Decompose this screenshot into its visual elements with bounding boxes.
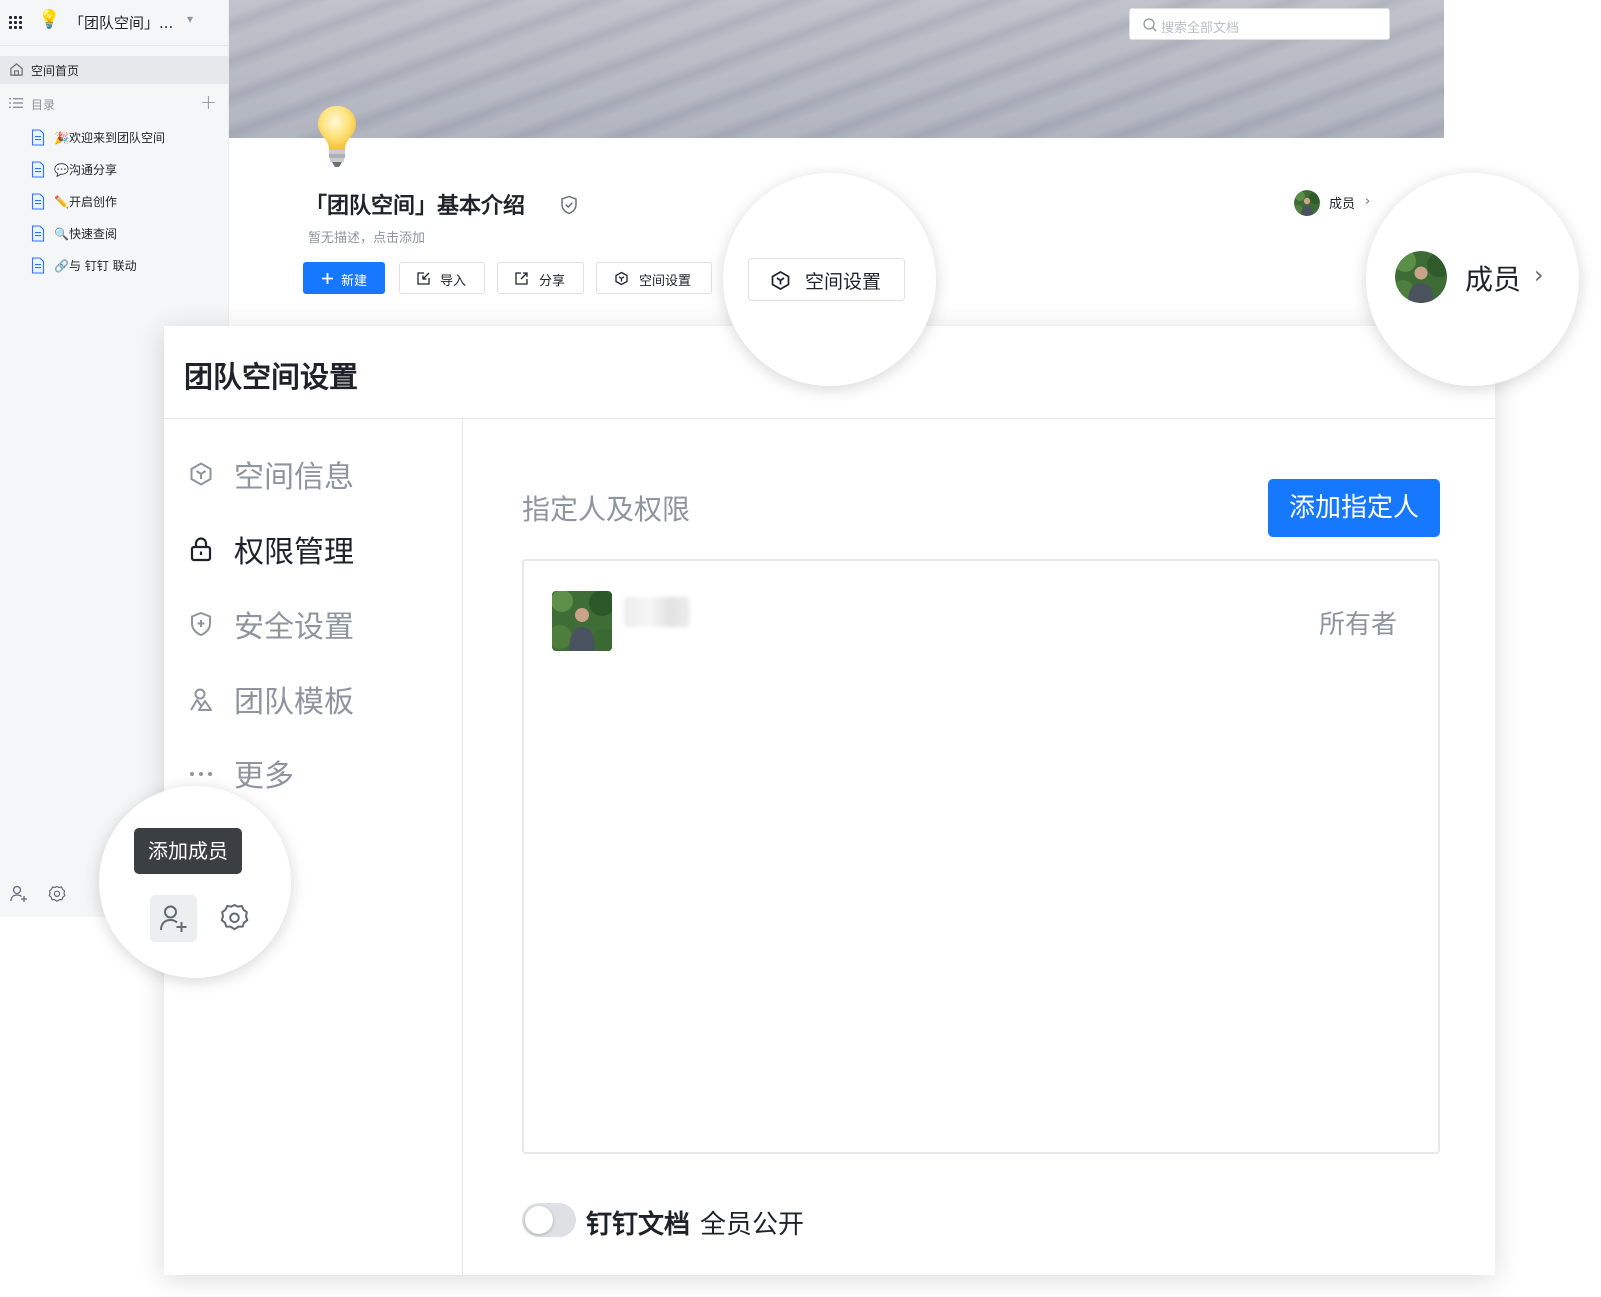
toggle-label-product: 钉钉文档	[586, 1210, 691, 1240]
menu-item-label: 权限管理	[234, 535, 354, 570]
new-button[interactable]: 新建	[303, 262, 385, 294]
member-name-redacted	[624, 597, 690, 627]
document-item[interactable]: 🔍快速查阅	[31, 222, 221, 244]
document-icon	[31, 257, 45, 274]
divider	[462, 419, 463, 1275]
share-button[interactable]: 分享	[497, 262, 584, 294]
template-icon	[190, 688, 212, 711]
space-settings-dialog: 团队空间设置 空间信息 权限管理 安全设置 团队模板 更多 指定人及权限 添加指…	[164, 326, 1495, 1275]
chevron-down-icon[interactable]: ▾	[187, 12, 193, 26]
sidebar-directory-header: 目录 +	[0, 90, 229, 116]
home-icon	[10, 63, 23, 76]
document-icon	[31, 225, 45, 242]
document-label: 🔍快速查阅	[54, 227, 117, 241]
space-switcher-title[interactable]: 「团队空间」...	[69, 12, 173, 33]
avatar[interactable]	[1294, 190, 1320, 216]
callout-members: 成员 ›	[1366, 173, 1579, 386]
add-document-icon[interactable]: +	[200, 90, 217, 114]
menu-item-label: 安全设置	[234, 610, 354, 645]
lock-icon	[190, 537, 212, 562]
document-item[interactable]: ✏️开启创作	[31, 190, 221, 212]
share-button-label: 分享	[539, 274, 566, 289]
lightbulb-icon	[318, 106, 356, 167]
menu-item-label: 更多	[234, 759, 294, 794]
shield-icon	[191, 611, 211, 637]
document-icon	[31, 129, 45, 146]
menu-item-label: 空间信息	[234, 460, 354, 495]
sidebar-item-label: 空间首页	[31, 64, 80, 78]
space-description[interactable]: 暂无描述，点击添加	[308, 227, 425, 246]
dialog-title: 团队空间设置	[184, 360, 359, 394]
menu-item-templates[interactable]: 团队模板	[188, 675, 448, 720]
import-button-label: 导入	[440, 274, 467, 289]
document-label: 💬沟通分享	[54, 163, 117, 177]
space-settings-label-zoomed: 空间设置	[805, 271, 882, 293]
space-settings-button-label: 空间设置	[639, 274, 692, 289]
menu-item-more[interactable]: 更多	[188, 749, 448, 794]
space-settings-button-zoomed[interactable]: 空间设置	[748, 258, 905, 301]
more-icon	[190, 772, 212, 776]
document-item[interactable]: 💬沟通分享	[31, 158, 221, 180]
chevron-right-icon[interactable]: ›	[1365, 194, 1370, 209]
avatar	[552, 591, 612, 651]
document-item[interactable]: 🔗与 钉钉 联动	[31, 254, 221, 276]
import-icon	[417, 272, 430, 285]
members-link[interactable]: 成员	[1329, 193, 1355, 212]
public-toggle[interactable]	[522, 1203, 576, 1237]
sidebar-item-home[interactable]: 空间首页	[0, 56, 229, 84]
sidebar-header: 💡 「团队空间」... ▾	[0, 0, 229, 46]
space-settings-icon	[771, 271, 790, 290]
divider	[164, 418, 1495, 419]
add-designee-button[interactable]: 添加指定人	[1268, 479, 1440, 537]
member-role[interactable]: 所有者	[1319, 604, 1397, 641]
chevron-right-icon[interactable]: ›	[1534, 261, 1544, 289]
toggle-label: 全员公开	[700, 1210, 805, 1240]
document-label: 🎉欢迎来到团队空间	[54, 131, 165, 145]
add-member-button-zoomed[interactable]	[150, 895, 197, 942]
tooltip: 添加成员	[134, 828, 242, 874]
shield-check-icon[interactable]	[560, 195, 578, 215]
menu-item-label: 团队模板	[234, 685, 354, 720]
search-input[interactable]: 搜索全部文档	[1129, 8, 1390, 40]
space-emoji: 💡	[38, 9, 61, 30]
space-settings-icon	[615, 271, 628, 286]
search-icon	[1143, 18, 1157, 32]
page-title[interactable]: 「团队空间」基本介绍	[305, 188, 525, 220]
callout-space-settings: 空间设置	[723, 173, 936, 386]
import-button[interactable]: 导入	[399, 262, 485, 294]
document-icon	[31, 161, 45, 178]
menu-item-permissions[interactable]: 权限管理	[188, 525, 448, 570]
gear-icon[interactable]	[218, 902, 251, 935]
document-icon	[31, 193, 45, 210]
apps-grid-icon[interactable]	[9, 16, 22, 29]
menu-item-security[interactable]: 安全设置	[188, 600, 448, 645]
document-label: 🔗与 钉钉 联动	[54, 259, 137, 273]
directory-label: 目录	[31, 98, 56, 112]
avatar	[1395, 251, 1447, 303]
list-icon	[9, 98, 23, 108]
document-label: ✏️开启创作	[54, 195, 117, 209]
new-button-label: 新建	[341, 274, 368, 289]
member-permission-list: 所有者	[522, 559, 1440, 1154]
callout-add-member: 添加成员	[99, 786, 291, 978]
gear-icon[interactable]	[47, 884, 67, 904]
toggle-knob	[525, 1206, 553, 1234]
plus-icon	[322, 273, 333, 284]
add-member-icon[interactable]	[9, 884, 29, 904]
document-item[interactable]: 🎉欢迎来到团队空间	[31, 126, 221, 148]
space-info-icon	[190, 462, 212, 486]
members-link-zoomed[interactable]: 成员	[1465, 258, 1521, 298]
share-icon	[515, 272, 528, 285]
menu-item-space-info[interactable]: 空间信息	[188, 450, 448, 495]
add-member-icon	[160, 905, 187, 932]
space-settings-button[interactable]: 空间设置	[596, 262, 712, 294]
search-placeholder: 搜索全部文档	[1161, 21, 1240, 36]
panel-title: 指定人及权限	[522, 493, 691, 526]
